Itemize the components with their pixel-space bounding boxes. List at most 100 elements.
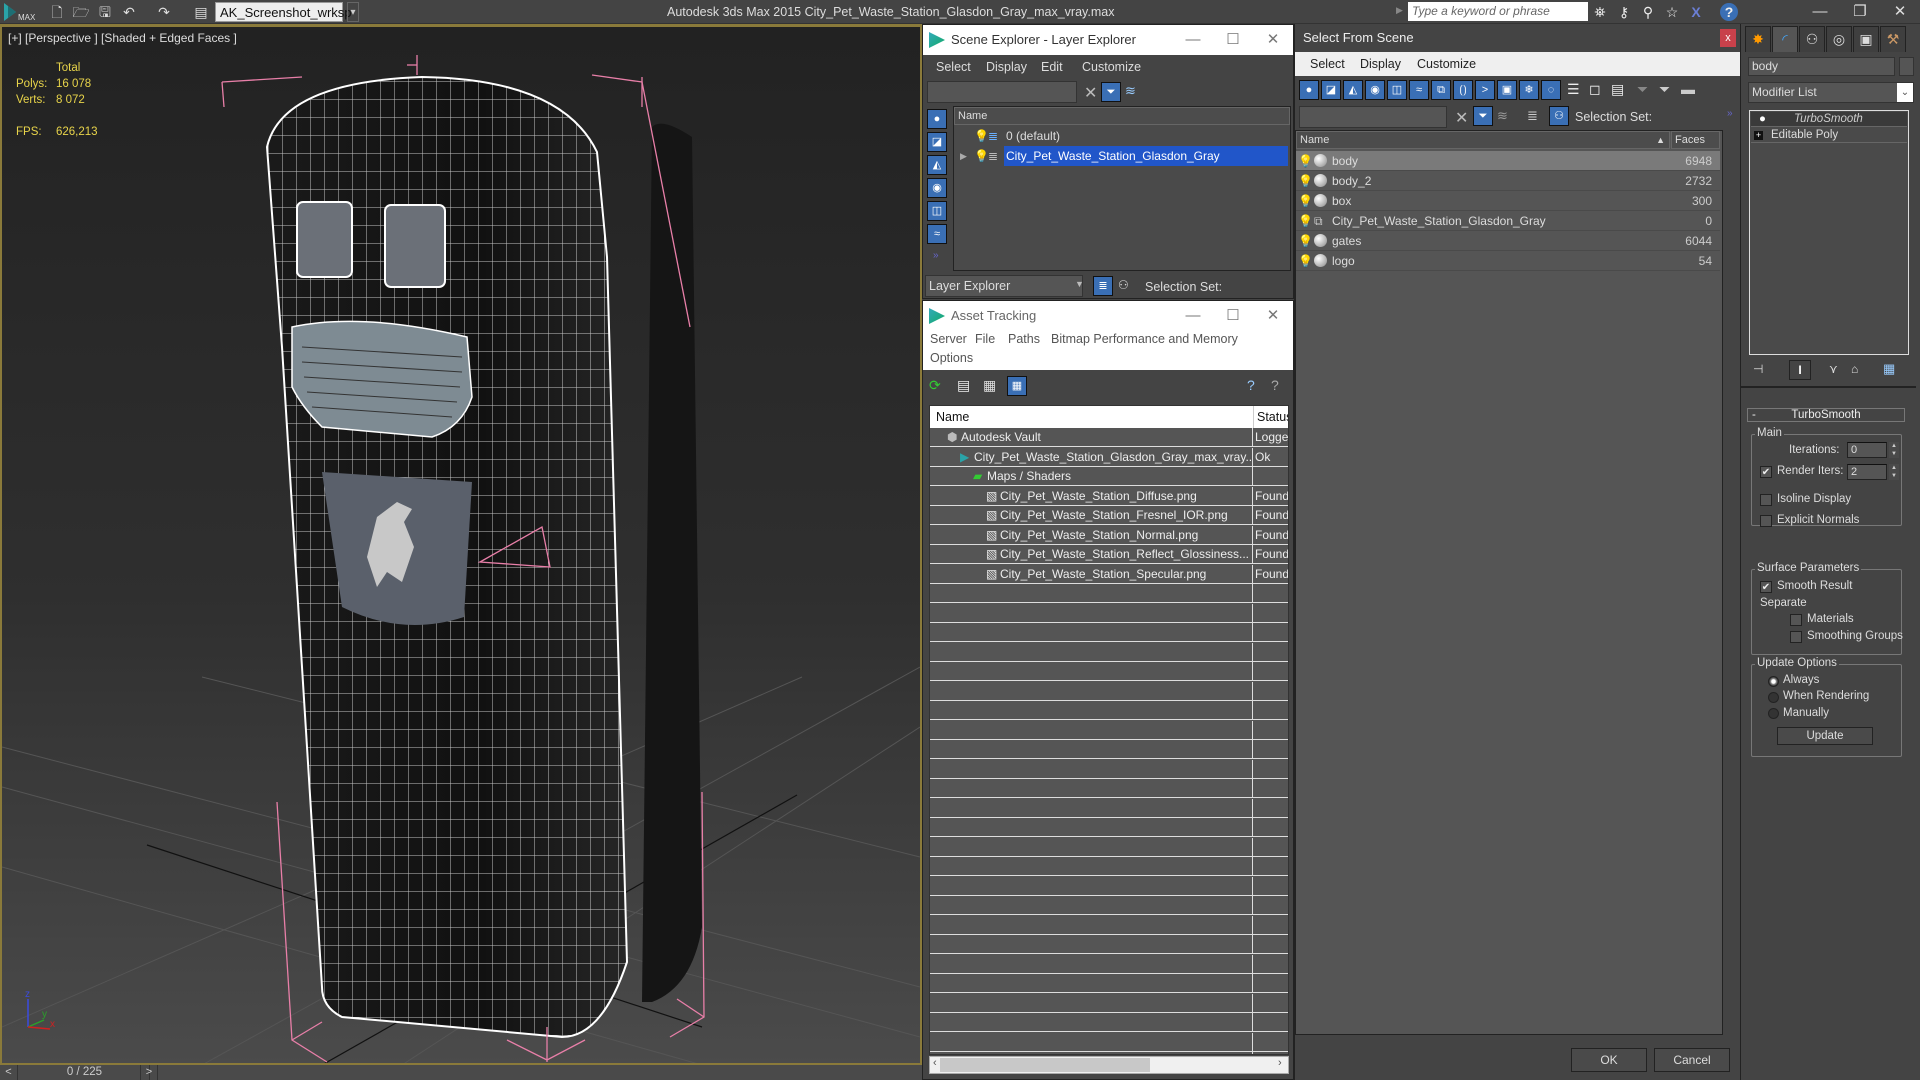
maximize-button[interactable]: ☐ xyxy=(1213,301,1253,330)
redo-icon[interactable]: ↷ xyxy=(155,3,173,21)
maximize-button[interactable]: ☐ xyxy=(1213,25,1253,55)
search-input[interactable]: Type a keyword or phrase xyxy=(1408,2,1588,21)
display-all-icon[interactable]: ☰ xyxy=(1567,81,1580,98)
spacewarps-filter-icon[interactable]: ≈ xyxy=(927,224,947,244)
vault-help-icon[interactable]: ? xyxy=(1247,377,1255,393)
utilities-tab-icon[interactable]: ⚒ xyxy=(1880,26,1906,52)
update-button[interactable]: Update xyxy=(1777,727,1873,745)
isoline-display-checkbox[interactable] xyxy=(1760,494,1772,506)
display-invert-icon[interactable]: ▤ xyxy=(1611,81,1624,98)
layer-row[interactable]: ▶ 💡 ≣ City_Pet_Waste_Station_Glasdon_Gra… xyxy=(954,146,1290,166)
undo-icon[interactable]: ↶ xyxy=(120,3,138,21)
app-menu-button[interactable]: MAX xyxy=(2,1,40,23)
layers-view-icon[interactable]: ≣ xyxy=(1093,276,1113,296)
object-row[interactable]: 💡 body_2 2732 xyxy=(1296,171,1720,191)
asset-row[interactable]: ▧ City_Pet_Waste_Station_Specular.png Foun… xyxy=(930,564,1288,584)
smoothing-groups-checkbox[interactable] xyxy=(1790,631,1802,643)
display-none-icon[interactable]: ◻ xyxy=(1589,81,1601,98)
project-icon[interactable]: ▤ xyxy=(192,3,210,21)
menu-options[interactable]: Options xyxy=(930,346,973,370)
x-icon[interactable]: X xyxy=(1686,3,1706,21)
render-iters-spinner[interactable]: 2 xyxy=(1847,464,1887,480)
menu-edit[interactable]: Edit xyxy=(1041,55,1063,79)
spacewarps-filter-icon[interactable]: ≈ xyxy=(1409,80,1429,100)
restore-button[interactable]: ❐ xyxy=(1840,0,1880,24)
visibility-bulb-icon[interactable]: 💡 xyxy=(974,146,989,166)
show-end-result-icon[interactable]: I xyxy=(1789,360,1811,380)
smooth-result-checkbox[interactable]: ✔ xyxy=(1760,581,1772,593)
iterations-spinner[interactable]: 0 xyxy=(1847,442,1887,458)
frozen-filter-icon[interactable]: ❄ xyxy=(1519,80,1539,100)
minimize-button[interactable]: — xyxy=(1173,25,1213,55)
menu-select[interactable]: Select xyxy=(936,55,971,79)
layers-view-icon[interactable]: ≣ xyxy=(1527,108,1538,124)
modifier-stack-item[interactable]: + Editable Poly xyxy=(1751,128,1907,143)
materials-checkbox[interactable] xyxy=(1790,614,1802,626)
ok-button[interactable]: OK xyxy=(1571,1048,1647,1072)
object-name-input[interactable]: body xyxy=(1748,57,1895,76)
update-always-radio[interactable] xyxy=(1768,676,1779,687)
refresh-icon[interactable]: ⟳ xyxy=(929,377,941,394)
make-unique-icon[interactable]: ⋎ xyxy=(1829,362,1838,376)
motion-tab-icon[interactable]: ◎ xyxy=(1826,26,1852,52)
object-row[interactable]: 💡 box 300 xyxy=(1296,191,1720,211)
menu-paths[interactable]: Paths xyxy=(1008,327,1040,351)
close-button[interactable]: ✕ xyxy=(1253,25,1293,55)
minimize-button[interactable]: — xyxy=(1173,301,1213,330)
next-frame-button[interactable]: > xyxy=(140,1065,158,1080)
turbosmooth-rollout-header[interactable]: - TurboSmooth xyxy=(1747,408,1905,422)
hierarchy-tab-icon[interactable]: ⚇ xyxy=(1799,26,1825,52)
shapes-filter-icon[interactable]: ◪ xyxy=(1321,80,1341,100)
asset-row[interactable]: ▧ City_Pet_Waste_Station_Fresnel_IOR.png F… xyxy=(930,506,1288,525)
remove-modifier-icon[interactable]: ⌂ xyxy=(1851,362,1858,376)
minimize-button[interactable]: — xyxy=(1800,0,1840,24)
expand-search-icon[interactable]: ▶ xyxy=(1396,5,1403,16)
visibility-bulb-icon[interactable]: 💡 xyxy=(1298,151,1313,171)
visibility-bulb-icon[interactable]: 💡 xyxy=(1298,171,1313,191)
cameras-filter-icon[interactable]: ◉ xyxy=(927,178,947,198)
scrollbar-thumb[interactable] xyxy=(940,1058,1150,1072)
quick-access-menu-button[interactable]: ▾ xyxy=(347,2,359,22)
menu-display[interactable]: Display xyxy=(986,55,1027,79)
spinner-arrows-icon[interactable]: ▲ ▼ xyxy=(1889,464,1899,480)
modify-tab-icon[interactable]: ◜ xyxy=(1772,26,1798,52)
expand-icon[interactable]: » xyxy=(1727,108,1733,119)
star-icon[interactable]: ☆ xyxy=(1662,3,1682,21)
filter-icon[interactable]: ⏷ xyxy=(1101,82,1121,102)
asset-row[interactable]: ▧ City_Pet_Waste_Station_Diffuse.png Found xyxy=(930,486,1288,506)
binoculars-icon[interactable]: ⛯ xyxy=(1590,3,1610,21)
horizontal-scrollbar[interactable]: ‹ › xyxy=(929,1056,1289,1074)
layer-settings-icon[interactable]: ≋ xyxy=(1497,108,1508,124)
visibility-bulb-icon[interactable]: 💡 xyxy=(1298,211,1313,231)
perspective-viewport[interactable]: z y x [+] [Perspective ] [Shaded + Edged… xyxy=(0,24,922,1065)
pin-stack-icon[interactable]: ⊣ xyxy=(1753,362,1763,376)
menu-bitmap-performance[interactable]: Bitmap Performance and Memory xyxy=(1051,327,1238,351)
geometry-filter-icon[interactable]: ● xyxy=(1299,80,1319,100)
close-button[interactable]: x xyxy=(1720,29,1736,47)
object-color-swatch[interactable] xyxy=(1899,57,1914,76)
modifier-stack-item[interactable]: ● TurboSmooth xyxy=(1751,112,1907,127)
shapes-filter-icon[interactable]: ◪ xyxy=(927,132,947,152)
help-icon[interactable]: ? xyxy=(1720,3,1738,21)
helpers-filter-icon[interactable]: ◫ xyxy=(1387,80,1407,100)
render-iters-checkbox[interactable]: ✔ xyxy=(1760,466,1772,478)
groups-filter-icon[interactable]: ⧉ xyxy=(1431,80,1451,100)
workspace-dropdown[interactable]: AK_Screenshot_wrksp xyxy=(215,2,352,22)
object-row[interactable]: 💡 body 6948 xyxy=(1296,151,1720,171)
visibility-bulb-icon[interactable]: 💡 xyxy=(1298,191,1313,211)
list-view-icon[interactable]: ▤ xyxy=(957,377,970,394)
explorer-mode-dropdown[interactable]: Layer Explorer xyxy=(925,275,1083,297)
visibility-bulb-icon[interactable]: 💡 xyxy=(1298,231,1313,251)
explicit-normals-checkbox[interactable] xyxy=(1760,515,1772,527)
satellite-icon[interactable]: ⚲ xyxy=(1638,3,1658,21)
visibility-bulb-icon[interactable]: 💡 xyxy=(974,126,989,146)
configure-modifier-sets-icon[interactable]: ▦ xyxy=(1883,361,1895,377)
column-chooser-icon[interactable]: ▬ xyxy=(1681,81,1695,97)
help-disabled-icon[interactable]: ? xyxy=(1271,377,1279,393)
object-row[interactable]: 💡 logo 54 xyxy=(1296,251,1720,271)
menu-customize[interactable]: Customize xyxy=(1417,52,1476,76)
cameras-filter-icon[interactable]: ◉ xyxy=(1365,80,1385,100)
scroll-left-icon[interactable]: ‹ xyxy=(933,1057,937,1069)
column-header-faces[interactable]: Faces xyxy=(1671,131,1720,149)
frame-counter[interactable]: 0 / 225 xyxy=(20,1065,150,1080)
